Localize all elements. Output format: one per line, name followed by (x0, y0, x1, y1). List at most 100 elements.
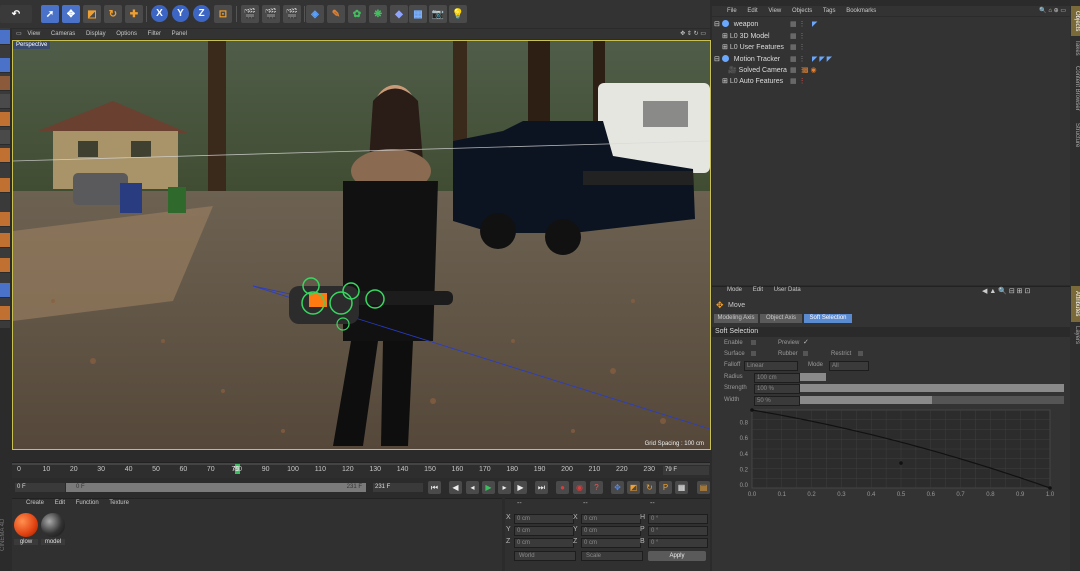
menu-bookmarks[interactable]: Bookmarks (846, 8, 876, 14)
viewport-canvas[interactable]: Perspective Grid Spacing : 100 cm (12, 40, 711, 450)
attribute-nav-icons[interactable]: ◀ ▲ 🔍 ⊟ ⊞ ⊡ (982, 287, 1030, 295)
curve-point-start[interactable] (750, 408, 754, 412)
object-row-user-features[interactable]: ⊞ L0 User Features ▦ ⋮ (714, 42, 1078, 53)
array-icon[interactable]: ❋ (369, 5, 387, 23)
object-flags[interactable]: ▦ ⋮ (790, 76, 806, 87)
object-flags[interactable]: ▦ ⋮ (790, 42, 806, 53)
object-manager-search-icon[interactable]: 🔍 ⌂ ⊕ ▭ (1039, 6, 1066, 16)
start-frame-field[interactable]: 0 F (15, 483, 65, 492)
edges-mode-icon[interactable] (0, 112, 10, 127)
curve-point-end[interactable] (1048, 486, 1052, 490)
timeline-ruler[interactable] (12, 462, 710, 478)
menu-display[interactable]: Display (86, 31, 106, 37)
key-position-icon[interactable]: ✥ (611, 481, 624, 494)
object-row-auto-features[interactable]: ⊞ L0 Auto Features ▦ ⋮ (714, 76, 1078, 87)
size-z-field[interactable]: 0 cm (581, 538, 641, 548)
auto-key-icon[interactable]: ◉ (573, 481, 586, 494)
enable-checkbox[interactable] (751, 340, 756, 345)
tab-structure[interactable]: Structure (1071, 118, 1080, 152)
object-row-solved-camera[interactable]: 🎥 Solved Camera ▦ ⋮ ▩ ◉ (714, 65, 1080, 76)
scale-tool-button[interactable]: ◩ (83, 5, 101, 23)
menu-function[interactable]: Function (76, 500, 99, 506)
size-y-field[interactable]: 0 cm (581, 526, 641, 536)
timeline-layout-icon[interactable]: ▤ (697, 481, 710, 494)
tab-attributes[interactable]: Attributes (1071, 286, 1080, 322)
curve-point-mid[interactable] (899, 461, 903, 465)
y-axis-button[interactable]: Y (172, 5, 189, 22)
preview-checkbox[interactable]: ✓ (803, 338, 809, 346)
render-view-button[interactable]: 🎬 (241, 5, 259, 23)
menu-edit[interactable]: Edit (55, 500, 65, 506)
rotation-h-field[interactable]: 0 ° (648, 514, 708, 524)
rotation-p-field[interactable]: 0 ° (648, 526, 708, 536)
material-model[interactable]: model (41, 513, 65, 545)
tag-icon[interactable]: ◤ (812, 19, 817, 30)
sculpt-icon[interactable] (0, 306, 10, 321)
restrict-checkbox[interactable] (858, 351, 863, 356)
object-row-motion-tracker[interactable]: ⊟ Motion Tracker ▦ ⋮ ◤ ◤ ◤ (714, 54, 1070, 65)
snap-icon[interactable] (0, 212, 10, 227)
tab-content-browser[interactable]: Content Browser (1071, 62, 1080, 114)
key-rotation-icon[interactable]: ↻ (643, 481, 656, 494)
object-row-weapon[interactable]: ⊟ weapon ▦ ⋮ ◤ (714, 19, 1070, 30)
tab-objects[interactable]: Objects (1071, 6, 1080, 36)
tab-modeling-axis[interactable]: Modeling Axis (714, 314, 758, 323)
cube-icon[interactable]: ◈ (306, 5, 324, 23)
expand-icon[interactable]: ⊞ (722, 33, 728, 40)
go-to-end-icon[interactable]: ⏭ (535, 481, 548, 494)
apply-button[interactable]: Apply (648, 551, 706, 561)
rotate-tool-button[interactable]: ↻ (104, 5, 122, 23)
size-mode-dropdown[interactable]: Scale (581, 551, 643, 561)
menu-user-data[interactable]: User Data (774, 287, 801, 293)
render-picture-viewer-button[interactable]: 🎬 (262, 5, 280, 23)
tag-icons[interactable]: ▩ ◉ (802, 65, 817, 76)
falloff-dropdown[interactable]: Linear (744, 361, 798, 371)
menu-edit-attributes[interactable]: Edit (753, 287, 763, 293)
next-key-icon[interactable]: ▶ (514, 481, 527, 494)
light-icon[interactable]: 💡 (449, 5, 467, 23)
position-x-field[interactable]: 0 cm (514, 514, 574, 524)
width-slider-track[interactable] (800, 396, 1064, 404)
key-pla-icon[interactable]: ▦ (675, 481, 688, 494)
expand-icon[interactable]: ⊞ (722, 44, 728, 51)
points-mode-icon[interactable] (0, 94, 10, 109)
play-icon[interactable]: ▶ (482, 481, 495, 494)
size-x-field[interactable]: 0 cm (581, 514, 641, 524)
position-y-field[interactable]: 0 cm (514, 526, 574, 536)
brush-icon[interactable] (0, 283, 10, 298)
current-frame-field[interactable]: 79 F (663, 466, 709, 475)
add-object-button[interactable]: ✚ (125, 5, 143, 23)
expand-icon[interactable]: ⊟ (714, 56, 720, 63)
object-flags[interactable]: ▦ ⋮ (790, 54, 806, 65)
go-to-start-icon[interactable]: ⏮ (428, 481, 441, 494)
render-settings-button[interactable]: 🎬 (283, 5, 301, 23)
floor-icon[interactable]: ▦ (409, 5, 427, 23)
lock-workplane-icon[interactable] (0, 258, 10, 273)
previous-key-icon[interactable]: ◀ (449, 481, 462, 494)
position-z-field[interactable]: 0 cm (514, 538, 574, 548)
expand-icon[interactable]: ⊟ (714, 21, 720, 28)
mode-dropdown[interactable]: All (829, 361, 869, 371)
tab-soft-selection[interactable]: Soft Selection (804, 314, 852, 323)
radius-slider[interactable] (800, 373, 826, 381)
width-field[interactable]: 50 % (754, 396, 800, 406)
end-frame-field[interactable]: 231 F (373, 483, 423, 492)
rubber-checkbox[interactable] (803, 351, 808, 356)
menu-view-objects[interactable]: View (768, 8, 781, 14)
tweak-mode-icon[interactable] (0, 178, 10, 193)
strength-slider-track[interactable] (800, 384, 1064, 392)
record-keys-icon[interactable]: ● (556, 481, 569, 494)
menu-edit-objects[interactable]: Edit (747, 8, 757, 14)
deformer-icon[interactable]: ◆ (390, 5, 408, 23)
previous-frame-icon[interactable]: ◂ (466, 481, 479, 494)
object-row-3d-model[interactable]: ⊞ L0 3D Model ▦ ⋮ (714, 31, 1078, 42)
falloff-graph[interactable]: 0.8 0.6 0.4 0.2 0.0 0.0 0.1 0.2 0.3 0.4 0.5 0.6 0.7 0… (730, 406, 1066, 498)
camera-icon[interactable]: 📷 (429, 5, 447, 23)
tab-object-axis[interactable]: Object Axis (760, 314, 802, 323)
texture-mode-icon[interactable] (0, 76, 10, 91)
model-mode-icon[interactable] (0, 58, 10, 73)
material-glow[interactable]: glow (14, 513, 38, 545)
z-axis-button[interactable]: Z (193, 5, 210, 22)
pen-icon[interactable]: ✎ (327, 5, 345, 23)
tab-layers[interactable]: Layers (1071, 324, 1080, 346)
